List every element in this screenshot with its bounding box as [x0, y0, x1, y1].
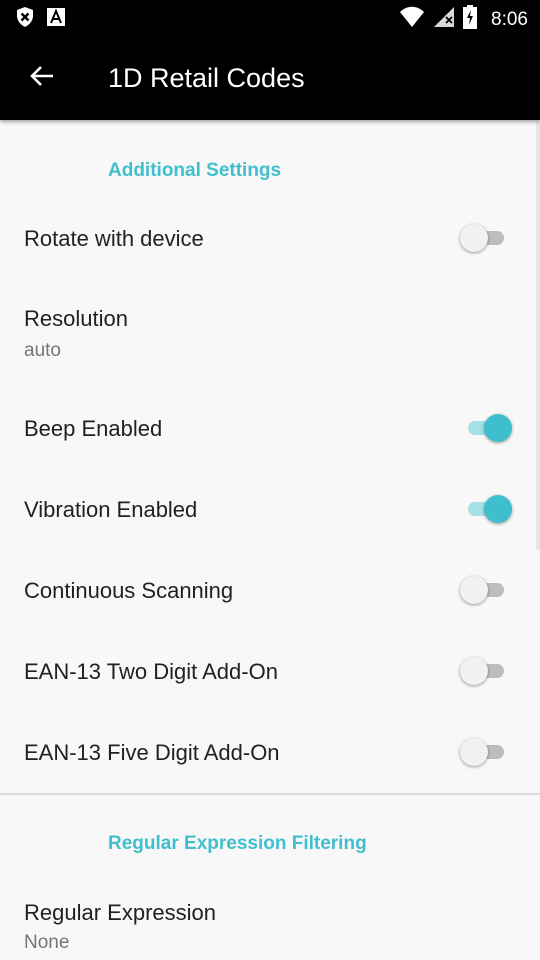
- pref-title: Resolution: [24, 306, 128, 331]
- wifi-icon: [399, 6, 425, 33]
- pref-beep-enabled[interactable]: Beep Enabled: [0, 388, 540, 468]
- app-bar: 1D Retail Codes: [0, 36, 540, 120]
- a-letter-icon: [46, 7, 66, 32]
- switch-thumb: [484, 414, 512, 442]
- section-divider: [0, 793, 540, 795]
- pref-regular-expression[interactable]: Regular Expression None: [0, 872, 540, 960]
- vibration-toggle[interactable]: [460, 492, 512, 526]
- switch-thumb: [460, 576, 488, 604]
- status-bar-left: [14, 6, 66, 33]
- pref-resolution[interactable]: Resolution auto: [0, 278, 540, 388]
- continuous-toggle[interactable]: [460, 573, 512, 607]
- switch-thumb: [460, 738, 488, 766]
- page-title: 1D Retail Codes: [108, 63, 305, 93]
- pref-summary: None: [24, 932, 70, 953]
- signal-icon: [433, 6, 455, 33]
- status-clock: 8:06: [491, 8, 528, 30]
- pref-title: EAN-13 Two Digit Add-On: [24, 659, 278, 684]
- pref-ean13-five-digit[interactable]: EAN-13 Five Digit Add-On: [0, 712, 540, 792]
- status-bar-right: 8:06: [399, 5, 528, 34]
- close-shield-icon: [14, 6, 36, 33]
- pref-title: Beep Enabled: [24, 416, 163, 441]
- settings-list[interactable]: Additional Settings Rotate with device R…: [0, 120, 540, 960]
- ean13-five-toggle[interactable]: [460, 735, 512, 769]
- pref-vibration-enabled[interactable]: Vibration Enabled: [0, 469, 540, 549]
- pref-rotate-with-device[interactable]: Rotate with device: [0, 198, 540, 278]
- pref-title: Vibration Enabled: [24, 497, 198, 522]
- rotate-toggle[interactable]: [460, 221, 512, 255]
- switch-thumb: [460, 657, 488, 685]
- arrow-back-icon: [29, 63, 55, 94]
- pref-title: EAN-13 Five Digit Add-On: [24, 740, 280, 765]
- pref-continuous-scanning[interactable]: Continuous Scanning: [0, 550, 540, 630]
- switch-thumb: [484, 495, 512, 523]
- pref-title: Regular Expression: [24, 900, 216, 925]
- status-bar: 8:06: [0, 0, 540, 36]
- switch-thumb: [460, 224, 488, 252]
- section-header-regex-filtering: Regular Expression Filtering: [108, 833, 367, 854]
- pref-ean13-two-digit[interactable]: EAN-13 Two Digit Add-On: [0, 631, 540, 711]
- pref-title: Continuous Scanning: [24, 578, 234, 603]
- beep-toggle[interactable]: [460, 411, 512, 445]
- ean13-two-toggle[interactable]: [460, 654, 512, 688]
- battery-charging-icon: [463, 5, 478, 34]
- back-button[interactable]: [18, 54, 66, 102]
- section-header-additional-settings: Additional Settings: [108, 160, 282, 181]
- pref-summary: auto: [24, 340, 61, 361]
- pref-title: Rotate with device: [24, 226, 204, 251]
